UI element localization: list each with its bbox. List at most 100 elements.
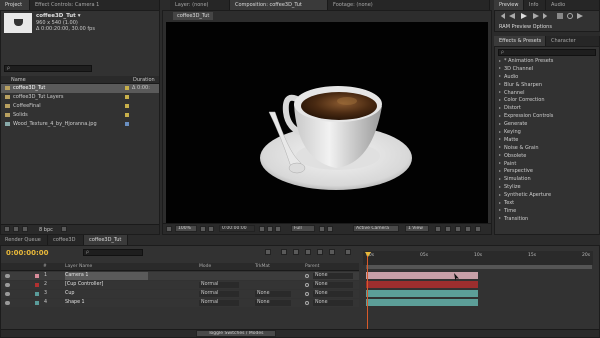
- tab-character[interactable]: Character: [546, 36, 600, 46]
- disclosure-triangle-icon[interactable]: [499, 154, 501, 157]
- bpc-label[interactable]: 8 bpc: [39, 227, 53, 233]
- timeline-search-input[interactable]: ρ: [83, 249, 143, 256]
- draft-3d-icon[interactable]: [281, 249, 287, 255]
- exposure-icon[interactable]: [475, 226, 481, 232]
- work-area-bar[interactable]: [366, 265, 592, 269]
- tab-coffee3d[interactable]: coffee3D: [48, 235, 84, 245]
- effects-search-input[interactable]: ρ: [498, 49, 596, 56]
- layer-parent-dropdown[interactable]: None: [313, 273, 353, 279]
- layer-mode-dropdown[interactable]: Normal: [199, 291, 239, 297]
- mute-audio-icon[interactable]: [557, 13, 563, 19]
- project-item[interactable]: coffee3D_Tut Δ 0:00:: [1, 84, 159, 93]
- layer-duration-bar[interactable]: [366, 272, 478, 279]
- effects-category-item[interactable]: 3D Channel: [495, 66, 599, 74]
- next-frame-icon[interactable]: [533, 13, 539, 19]
- disclosure-triangle-icon[interactable]: [499, 83, 501, 86]
- trash-icon[interactable]: [61, 226, 67, 232]
- col-duration-header[interactable]: Duration: [133, 77, 155, 83]
- disclosure-triangle-icon[interactable]: [499, 185, 501, 188]
- effects-category-item[interactable]: Distort: [495, 105, 599, 113]
- comp-mini-flowchart-icon[interactable]: [265, 249, 271, 255]
- disclosure-triangle-icon[interactable]: [499, 209, 501, 212]
- layer-duration-bar[interactable]: [366, 299, 478, 306]
- disclosure-triangle-icon[interactable]: [499, 146, 501, 149]
- comp-subtab[interactable]: coffee3D_Tut: [173, 12, 214, 20]
- layer-name[interactable]: Cup: [65, 290, 74, 298]
- effects-category-item[interactable]: Text: [495, 200, 599, 208]
- layer-parent-dropdown[interactable]: None: [313, 282, 353, 288]
- col-parent-header[interactable]: Parent: [305, 264, 319, 269]
- last-frame-icon[interactable]: [543, 13, 548, 19]
- layer-parent-dropdown[interactable]: None: [313, 291, 353, 297]
- interpret-footage-icon[interactable]: [4, 226, 10, 232]
- pixel-aspect-icon[interactable]: [435, 226, 441, 232]
- effects-category-item[interactable]: Keying: [495, 129, 599, 137]
- new-comp-icon[interactable]: [22, 226, 28, 232]
- effects-category-item[interactable]: Blur & Sharpen: [495, 82, 599, 90]
- flowchart-icon[interactable]: [465, 226, 471, 232]
- grid-icon[interactable]: [208, 226, 214, 232]
- visibility-eye-icon[interactable]: [5, 274, 10, 278]
- layer-parent-dropdown[interactable]: None: [313, 300, 353, 306]
- disclosure-triangle-icon[interactable]: [499, 138, 501, 141]
- disclosure-triangle-icon[interactable]: [499, 162, 501, 165]
- ram-preview-icon[interactable]: [577, 13, 583, 19]
- label-color-swatch[interactable]: [125, 104, 129, 108]
- effects-category-item[interactable]: Time: [495, 208, 599, 216]
- channel-icon[interactable]: [275, 226, 281, 232]
- motion-blur-icon[interactable]: [317, 249, 323, 255]
- effects-category-item[interactable]: Matte: [495, 137, 599, 145]
- tab-coffee3d-tut[interactable]: coffee3D_Tut: [84, 235, 128, 245]
- disclosure-triangle-icon[interactable]: [499, 91, 501, 94]
- disclosure-triangle-icon[interactable]: [499, 67, 501, 70]
- project-search-input[interactable]: ρ: [4, 65, 92, 72]
- col-name-header[interactable]: Name: [11, 77, 26, 83]
- layer-trkmat-dropdown[interactable]: None: [255, 300, 291, 306]
- comp-timecode[interactable]: 0:00:00:00: [219, 225, 255, 232]
- show-snapshot-icon[interactable]: [267, 226, 273, 232]
- graph-editor-icon[interactable]: [345, 249, 351, 255]
- layer-mode-dropdown[interactable]: Normal: [199, 282, 239, 288]
- disclosure-triangle-icon[interactable]: [499, 59, 501, 62]
- col-mode-header[interactable]: Mode: [199, 264, 211, 269]
- current-time-indicator[interactable]: [367, 252, 368, 337]
- timeline-timecode[interactable]: 0:00:00:00: [6, 249, 49, 257]
- effects-category-item[interactable]: Synthetic Aperture: [495, 192, 599, 200]
- prev-frame-icon[interactable]: [509, 13, 515, 19]
- layer-name[interactable]: Camera 1: [65, 272, 149, 280]
- effects-category-item[interactable]: * Animation Presets: [495, 58, 599, 66]
- toggle-switches-modes-button[interactable]: Toggle Switches / Modes: [196, 330, 276, 337]
- disclosure-triangle-icon[interactable]: [499, 201, 501, 204]
- tab-preview[interactable]: Preview: [494, 0, 524, 10]
- view-layout-dropdown[interactable]: 1 View: [405, 225, 429, 232]
- new-folder-icon[interactable]: [13, 226, 19, 232]
- tab-project[interactable]: Project: [0, 0, 30, 10]
- layer-label-color[interactable]: [35, 292, 39, 296]
- disclosure-triangle-icon[interactable]: [499, 75, 501, 78]
- label-color-swatch[interactable]: [125, 95, 129, 99]
- comp-viewer[interactable]: [166, 22, 488, 223]
- layer-label-color[interactable]: [35, 274, 39, 278]
- effects-category-item[interactable]: Perspective: [495, 168, 599, 176]
- layer-duration-bar[interactable]: [366, 281, 478, 288]
- transparency-grid-icon[interactable]: [327, 226, 333, 232]
- layer-label-color[interactable]: [35, 301, 39, 305]
- disclosure-triangle-icon[interactable]: [499, 193, 501, 196]
- tab-info[interactable]: Info: [524, 0, 546, 10]
- disclosure-triangle-icon[interactable]: [499, 130, 501, 133]
- project-item[interactable]: Solids: [1, 111, 159, 120]
- layer-row[interactable]: 2 [Cup Controller] Normal None: [1, 281, 359, 289]
- project-item[interactable]: Wood_Texture_4_by_Hjoranna.jpg: [1, 120, 159, 129]
- tab-audio[interactable]: Audio: [546, 0, 600, 10]
- disclosure-triangle-icon[interactable]: [499, 177, 501, 180]
- layer-trkmat-dropdown[interactable]: None: [255, 291, 291, 297]
- parent-pickwhip-icon[interactable]: [305, 274, 309, 278]
- layer-row[interactable]: 1 Camera 1 None: [1, 272, 359, 280]
- col-trkmat-header[interactable]: TrkMat: [255, 264, 270, 269]
- tab-effect-controls[interactable]: Effect Controls: Camera 1: [30, 0, 160, 10]
- layer-row[interactable]: 4 Shape 1 Normal None None: [1, 299, 359, 307]
- effects-category-item[interactable]: Noise & Grain: [495, 145, 599, 153]
- brainstorm-icon[interactable]: [329, 249, 335, 255]
- ram-preview-label[interactable]: RAM Preview Options: [499, 24, 552, 30]
- frame-blending-icon[interactable]: [305, 249, 311, 255]
